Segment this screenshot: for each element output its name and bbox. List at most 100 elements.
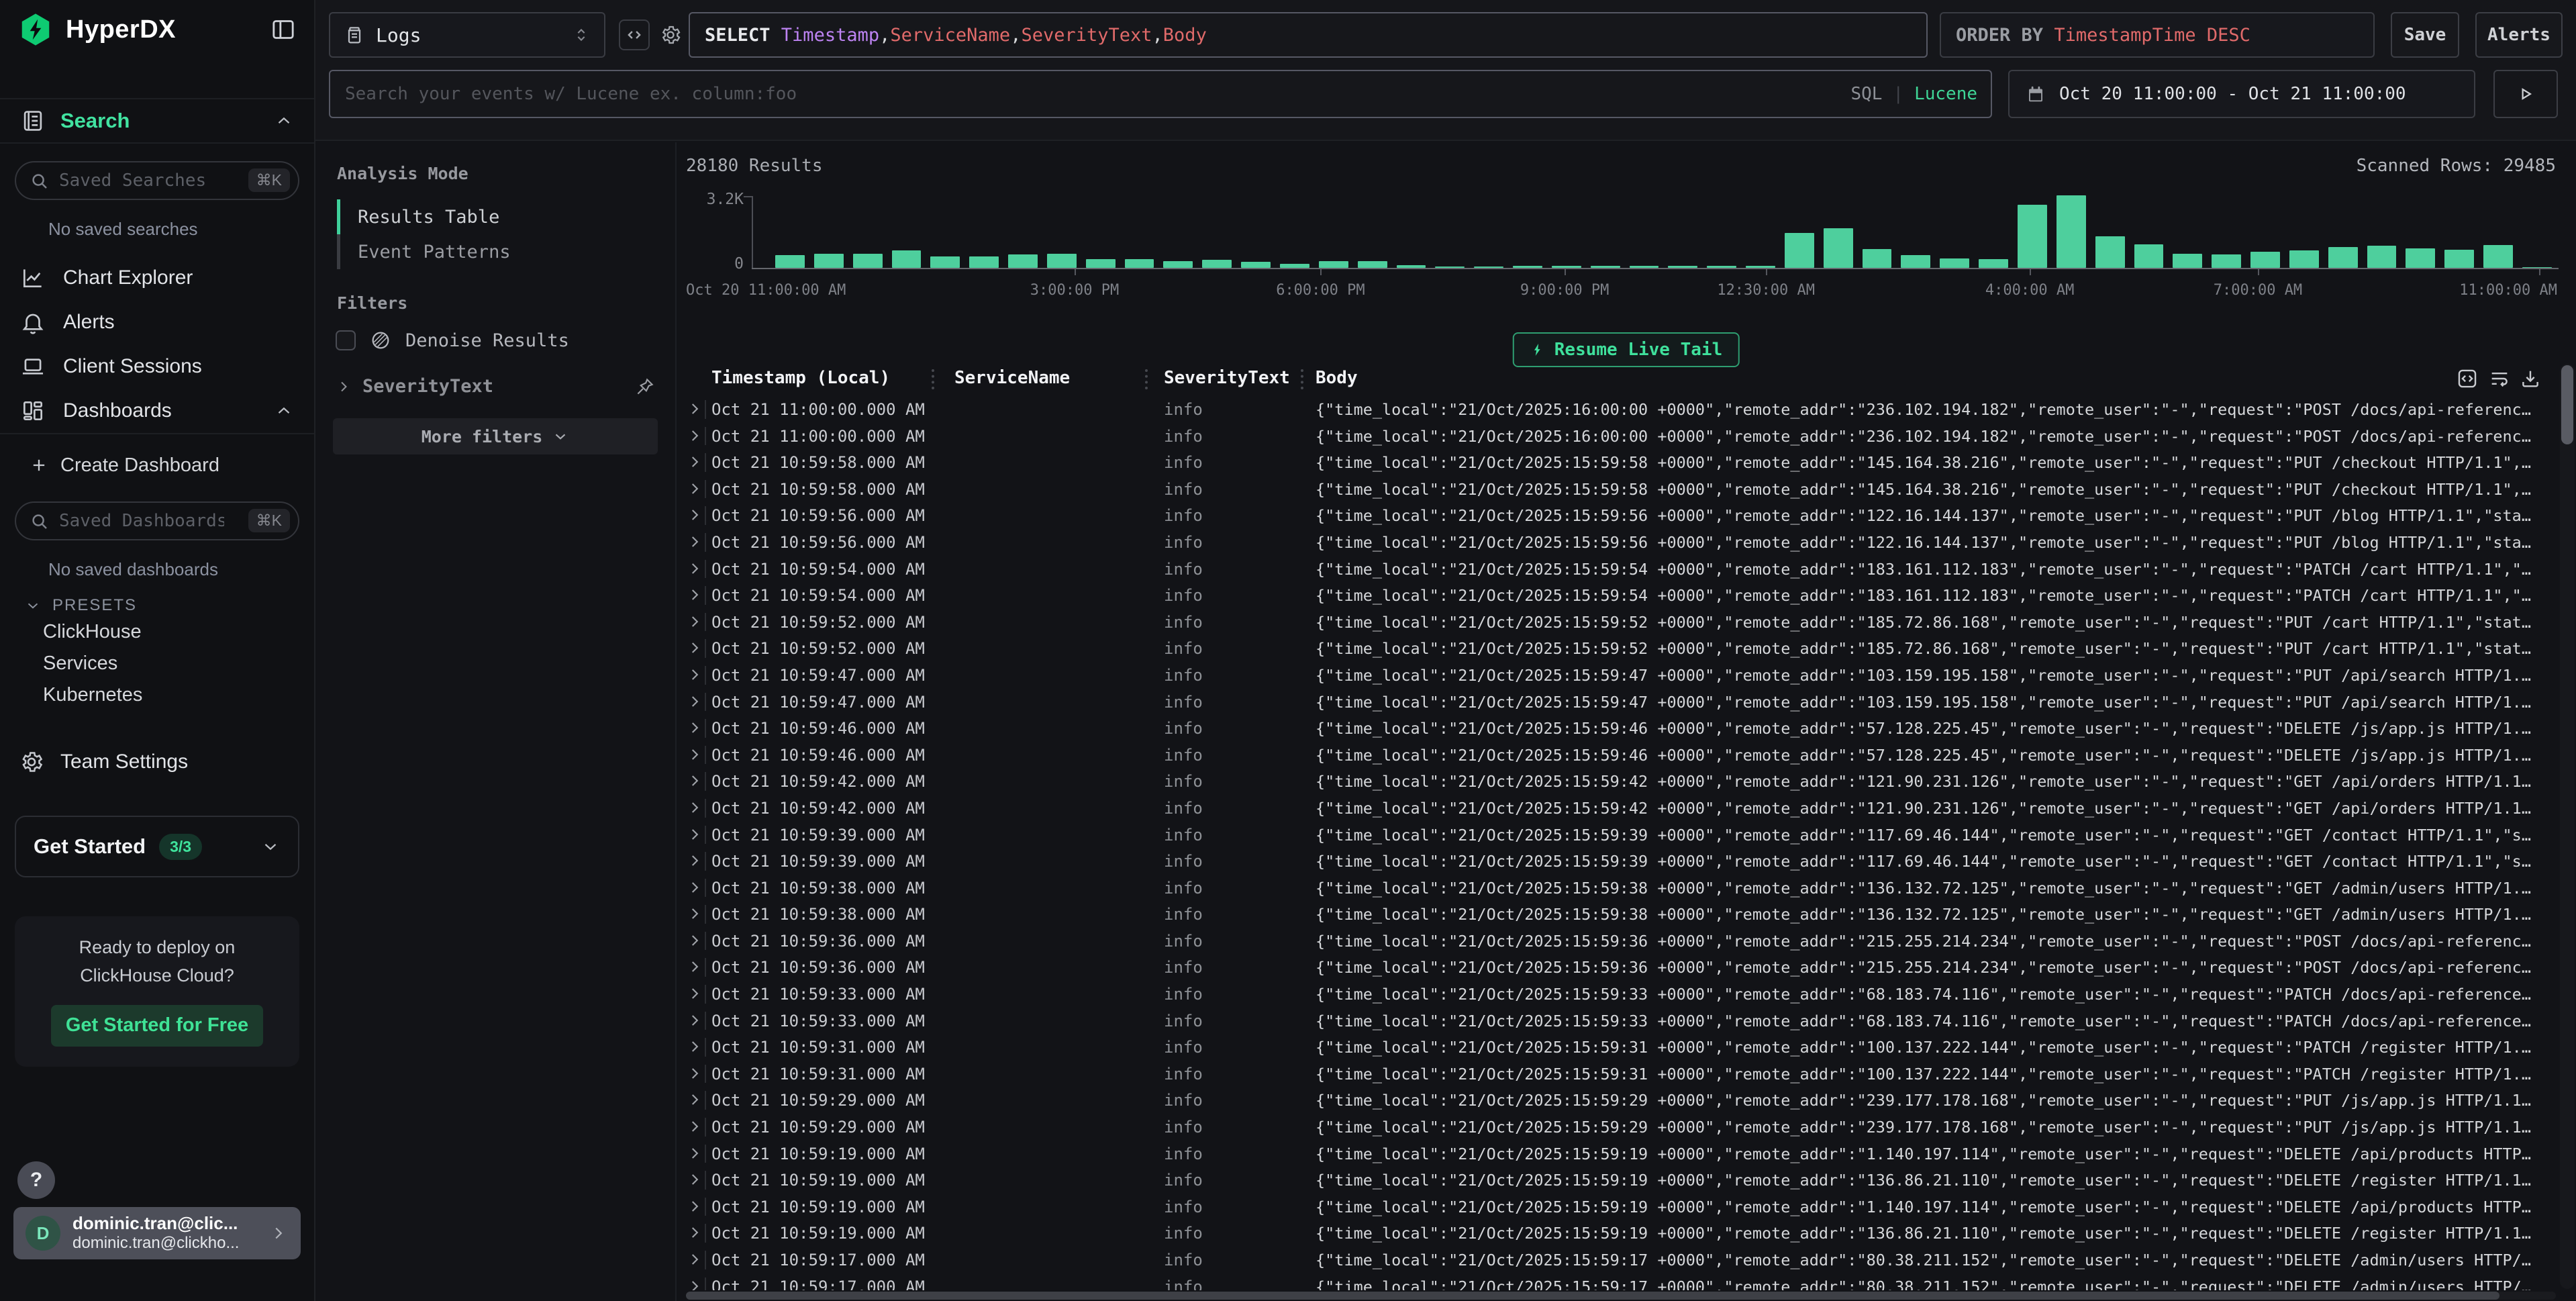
table-row[interactable]: Oct 21 10:59:19.000 AM info {"time_local… — [686, 1194, 2556, 1220]
table-row[interactable]: Oct 21 10:59:56.000 AM info {"time_local… — [686, 529, 2556, 556]
column-header-body[interactable]: Body — [1316, 368, 1358, 388]
table-row[interactable]: Oct 21 10:59:39.000 AM info {"time_local… — [686, 822, 2556, 849]
expand-row-icon[interactable] — [686, 1145, 703, 1162]
column-header-severitytext[interactable]: SeverityText — [1164, 368, 1290, 388]
table-row[interactable]: Oct 21 10:59:39.000 AM info {"time_local… — [686, 848, 2556, 875]
vertical-scrollbar[interactable] — [2560, 364, 2575, 1289]
date-range-picker[interactable]: Oct 20 11:00:00 - Oct 21 11:00:00 — [2008, 70, 2475, 118]
query-settings-gear-button[interactable] — [655, 19, 686, 50]
presets-section-toggle[interactable]: PRESETS — [24, 595, 314, 616]
column-resize-handle[interactable] — [1145, 369, 1148, 389]
table-row[interactable]: Oct 21 10:59:54.000 AM info {"time_local… — [686, 556, 2556, 583]
table-row[interactable]: Oct 21 10:59:36.000 AM info {"time_local… — [686, 954, 2556, 981]
resume-live-tail-button[interactable]: Resume Live Tail — [1513, 332, 1740, 367]
table-row[interactable]: Oct 21 10:59:19.000 AM info {"time_local… — [686, 1220, 2556, 1247]
expand-row-icon[interactable] — [686, 1171, 703, 1188]
expand-row-icon[interactable] — [686, 480, 703, 497]
table-row[interactable]: Oct 21 10:59:52.000 AM info {"time_local… — [686, 635, 2556, 662]
select-query-input[interactable]: SELECT Timestamp,ServiceName,SeverityTex… — [689, 12, 1928, 58]
language-sql-option[interactable]: SQL — [1850, 84, 1882, 104]
table-row[interactable]: Oct 21 10:59:33.000 AM info {"time_local… — [686, 1008, 2556, 1034]
save-button[interactable]: Save — [2391, 12, 2459, 58]
expand-row-icon[interactable] — [686, 1012, 703, 1029]
table-row[interactable]: Oct 21 10:59:33.000 AM info {"time_local… — [686, 981, 2556, 1008]
order-by-input[interactable]: ORDER BY TimestampTime DESC — [1940, 12, 2375, 58]
table-row[interactable]: Oct 21 10:59:56.000 AM info {"time_local… — [686, 502, 2556, 529]
user-profile-chip[interactable]: D dominic.tran@clic... dominic.tran@clic… — [13, 1207, 301, 1259]
expand-row-icon[interactable] — [686, 958, 703, 975]
table-row[interactable]: Oct 21 10:59:29.000 AM info {"time_local… — [686, 1087, 2556, 1114]
table-row[interactable]: Oct 21 10:59:42.000 AM info {"time_local… — [686, 768, 2556, 795]
run-query-button[interactable] — [2493, 70, 2558, 118]
sidebar-item-alerts[interactable]: Alerts — [0, 300, 314, 344]
get-started-toggle[interactable]: Get Started 3/3 — [15, 816, 299, 877]
table-row[interactable]: Oct 21 10:59:38.000 AM info {"time_local… — [686, 901, 2556, 928]
expand-row-icon[interactable] — [686, 693, 703, 710]
download-icon[interactable] — [2517, 365, 2544, 392]
expand-row-icon[interactable] — [686, 799, 703, 816]
create-dashboard-button[interactable]: Create Dashboard — [0, 446, 314, 484]
expand-row-icon[interactable] — [686, 586, 703, 604]
table-row[interactable]: Oct 21 10:59:19.000 AM info {"time_local… — [686, 1141, 2556, 1167]
expand-row-icon[interactable] — [686, 985, 703, 1002]
table-row[interactable]: Oct 21 10:59:47.000 AM info {"time_local… — [686, 689, 2556, 716]
column-resize-handle[interactable] — [1301, 369, 1303, 389]
chevron-up-icon[interactable] — [274, 111, 294, 131]
table-row[interactable]: Oct 21 10:59:42.000 AM info {"time_local… — [686, 795, 2556, 822]
column-resize-handle[interactable] — [932, 369, 934, 389]
expand-row-icon[interactable] — [686, 746, 703, 763]
table-row[interactable]: Oct 21 10:59:31.000 AM info {"time_local… — [686, 1034, 2556, 1061]
expand-row-icon[interactable] — [686, 427, 703, 444]
code-view-icon[interactable] — [2454, 365, 2481, 392]
scrollbar-thumb[interactable] — [2561, 365, 2573, 444]
horizontal-scrollbar[interactable] — [686, 1292, 2556, 1300]
table-row[interactable]: Oct 21 10:59:17.000 AM info {"time_local… — [686, 1273, 2556, 1290]
expand-row-icon[interactable] — [686, 666, 703, 683]
table-row[interactable]: Oct 21 10:59:58.000 AM info {"time_local… — [686, 476, 2556, 503]
preset-item-clickhouse[interactable]: ClickHouse — [0, 616, 314, 648]
expand-row-icon[interactable] — [686, 1278, 703, 1290]
table-row[interactable]: Oct 21 11:00:00.000 AM info {"time_local… — [686, 396, 2556, 423]
pin-icon[interactable] — [635, 377, 655, 397]
text-wrap-icon[interactable] — [2486, 365, 2513, 392]
column-header-timestamp[interactable]: Timestamp (Local) — [711, 368, 890, 388]
expand-row-icon[interactable] — [686, 1038, 703, 1055]
expand-row-icon[interactable] — [686, 772, 703, 789]
expand-row-icon[interactable] — [686, 533, 703, 550]
column-header-servicename[interactable]: ServiceName — [954, 368, 1070, 388]
expand-row-icon[interactable] — [686, 639, 703, 657]
table-row[interactable]: Oct 21 10:59:29.000 AM info {"time_local… — [686, 1114, 2556, 1141]
expand-row-icon[interactable] — [686, 1118, 703, 1135]
more-filters-button[interactable]: More filters — [333, 418, 658, 454]
table-row[interactable]: Oct 21 11:00:00.000 AM info {"time_local… — [686, 423, 2556, 450]
table-row[interactable]: Oct 21 10:59:52.000 AM info {"time_local… — [686, 609, 2556, 636]
get-started-free-button[interactable]: Get Started for Free — [51, 1005, 263, 1047]
table-row[interactable]: Oct 21 10:59:17.000 AM info {"time_local… — [686, 1247, 2556, 1273]
expand-row-icon[interactable] — [686, 453, 703, 471]
expand-row-icon[interactable] — [686, 879, 703, 896]
expand-row-icon[interactable] — [686, 400, 703, 418]
source-select[interactable]: Logs — [329, 12, 605, 58]
language-lucene-option[interactable]: Lucene — [1914, 84, 1977, 104]
preset-item-kubernetes[interactable]: Kubernetes — [0, 679, 314, 711]
sidebar-item-dashboards[interactable]: Dashboards — [0, 389, 314, 433]
expand-row-icon[interactable] — [686, 1224, 703, 1241]
table-row[interactable]: Oct 21 10:59:31.000 AM info {"time_local… — [686, 1061, 2556, 1088]
preset-item-services[interactable]: Services — [0, 648, 314, 679]
expand-row-icon[interactable] — [686, 719, 703, 736]
table-row[interactable]: Oct 21 10:59:58.000 AM info {"time_local… — [686, 449, 2556, 476]
expand-row-icon[interactable] — [686, 852, 703, 869]
expand-row-icon[interactable] — [686, 1198, 703, 1215]
table-row[interactable]: Oct 21 10:59:36.000 AM info {"time_local… — [686, 928, 2556, 955]
expand-row-icon[interactable] — [686, 1091, 703, 1108]
sidebar-item-chart-explorer[interactable]: Chart Explorer — [0, 256, 314, 300]
expand-row-icon[interactable] — [686, 1251, 703, 1268]
help-button[interactable]: ? — [17, 1161, 55, 1199]
expand-row-icon[interactable] — [686, 905, 703, 922]
alerts-button[interactable]: Alerts — [2475, 12, 2563, 58]
table-row[interactable]: Oct 21 10:59:38.000 AM info {"time_local… — [686, 875, 2556, 902]
denoise-results-toggle[interactable]: Denoise Results — [336, 329, 658, 352]
sidebar-item-search[interactable]: Search — [0, 98, 314, 144]
sidebar-item-team-settings[interactable]: Team Settings — [0, 742, 314, 782]
mode-results-table[interactable]: Results Table — [337, 199, 658, 234]
